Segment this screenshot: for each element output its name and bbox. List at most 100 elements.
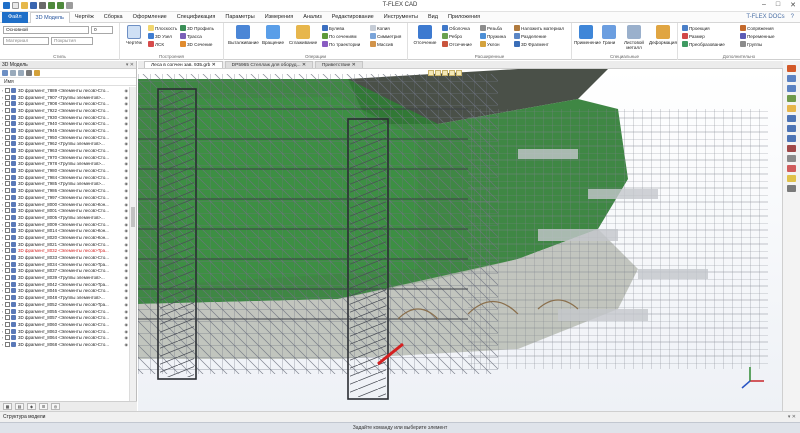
eye-icon[interactable]: ◉: [125, 329, 129, 334]
tree-row[interactable]: › 3D фрагмент_7946 <Элементы лесов>Сто...…: [0, 127, 129, 134]
visibility-checkbox[interactable]: [5, 154, 10, 160]
boolean-button[interactable]: Булева: [322, 25, 344, 31]
lsk-button[interactable]: ЛСК: [148, 41, 164, 47]
tree-row[interactable]: › 3D фрагмент_7985 <Группы элементов>... ◉: [0, 181, 129, 188]
tree-row[interactable]: › 3D фрагмент_8039 <Группы элементов>... ◉: [0, 274, 129, 281]
eye-icon[interactable]: ◉: [125, 108, 129, 113]
loft-button[interactable]: Сглаживание: [288, 25, 318, 45]
visibility-checkbox[interactable]: [5, 214, 10, 220]
model-structure-bar[interactable]: Структура модели ▾ ✕: [0, 411, 800, 422]
offset-button[interactable]: Отсечение: [412, 25, 438, 45]
apply-material-button[interactable]: Наложить материал: [514, 25, 564, 31]
cut-button[interactable]: Отсечение: [442, 41, 472, 47]
view-snap-icon[interactable]: [442, 70, 448, 76]
panel-controls[interactable]: ▾ ✕: [126, 61, 134, 69]
view-layer-icon[interactable]: [456, 70, 462, 76]
eye-icon[interactable]: ◉: [125, 262, 129, 267]
eye-icon[interactable]: ◉: [125, 228, 129, 233]
orientation-icon[interactable]: [787, 105, 796, 112]
front-view-icon[interactable]: [787, 115, 796, 122]
plane-button[interactable]: Плоскость: [148, 25, 177, 31]
deform-button[interactable]: Деформация: [649, 25, 677, 45]
top-view-icon[interactable]: [787, 125, 796, 132]
tab-editing[interactable]: Редактирование: [327, 12, 379, 23]
tree-row[interactable]: › 3D фрагмент_8060 <Элементы лесов>Сто...…: [0, 321, 129, 328]
wireframe-icon[interactable]: [787, 155, 796, 162]
tree-row[interactable]: › 3D фрагмент_7986 <Элементы лесов>Сто...…: [0, 187, 129, 194]
eye-icon[interactable]: ◉: [125, 101, 129, 106]
side-view-icon[interactable]: [787, 135, 796, 142]
tab-extra-icon[interactable]: ◎: [51, 403, 60, 410]
visibility-checkbox[interactable]: [5, 148, 10, 154]
visibility-checkbox[interactable]: [5, 315, 10, 321]
eye-icon[interactable]: ◉: [125, 342, 129, 347]
filter-icon[interactable]: [2, 70, 8, 76]
tree-row[interactable]: › 3D фрагмент_7922 <Элементы лесов>Сто...…: [0, 107, 129, 114]
visibility-checkbox[interactable]: [5, 114, 10, 120]
tree-row[interactable]: › 3D фрагмент_7907 <Группы элементов>... ◉: [0, 94, 129, 101]
tree-row[interactable]: › 3D фрагмент_7940 <Элементы лесов>Сто...…: [0, 120, 129, 127]
copy-button[interactable]: Копия: [370, 25, 390, 31]
visibility-checkbox[interactable]: [5, 228, 10, 234]
tree-row[interactable]: › 3D фрагмент_8032 <Элементы лесов>Тра...…: [0, 248, 129, 255]
tab-3d-model[interactable]: 3D Модель: [29, 11, 70, 23]
visibility-checkbox[interactable]: [5, 321, 10, 327]
visibility-checkbox[interactable]: [5, 301, 10, 307]
3d-viewport[interactable]: [138, 69, 783, 411]
eye-icon[interactable]: ◉: [125, 208, 129, 213]
eye-icon[interactable]: ◉: [125, 175, 129, 180]
eye-icon[interactable]: ◉: [125, 322, 129, 327]
eye-icon[interactable]: ◉: [125, 275, 129, 280]
tree-row[interactable]: › 3D фрагмент_8048 <Группы элементов>... ◉: [0, 294, 129, 301]
tree-row[interactable]: › 3D фрагмент_8037 <Элементы лесов>Сто...…: [0, 268, 129, 275]
tab-view[interactable]: Вид: [423, 12, 443, 23]
shell-button[interactable]: Оболочка: [442, 25, 470, 31]
style-select[interactable]: Основной: [3, 26, 89, 34]
tree-row[interactable]: › 3D фрагмент_8055 <Элементы лесов>Сто...…: [0, 308, 129, 315]
tree-row[interactable]: › 3D фрагмент_8046 <Элементы лесов>Сто...…: [0, 288, 129, 295]
eye-icon[interactable]: ◉: [125, 141, 129, 146]
eye-icon[interactable]: ◉: [125, 235, 129, 240]
visibility-icon[interactable]: [34, 70, 40, 76]
tree-scrollbar[interactable]: [129, 87, 136, 401]
visibility-checkbox[interactable]: [5, 141, 10, 147]
view-filter-icon[interactable]: [428, 70, 434, 76]
visibility-checkbox[interactable]: [5, 341, 10, 347]
tab-analysis[interactable]: Анализ: [298, 12, 327, 23]
tab-assembly[interactable]: Сборка: [99, 12, 128, 23]
groups-button[interactable]: Группы: [740, 41, 762, 47]
visibility-checkbox[interactable]: [5, 308, 10, 314]
visibility-checkbox[interactable]: [5, 221, 10, 227]
tree-row[interactable]: › 3D фрагмент_7950 <Элементы лесов>Сто...…: [0, 134, 129, 141]
eye-icon[interactable]: ◉: [125, 195, 129, 200]
expand-icon[interactable]: [10, 70, 16, 76]
tree-row[interactable]: › 3D фрагмент_8000 <Элементы лесов>Кон...…: [0, 201, 129, 208]
by-trajectory-button[interactable]: По траектории: [322, 41, 360, 47]
tree-row[interactable]: › 3D фрагмент_7889 <Элементы лесов>Сто...…: [0, 87, 129, 94]
eye-icon[interactable]: ◉: [125, 188, 129, 193]
tree-row[interactable]: › 3D фрагмент_8033 <Элементы лесов>Сто...…: [0, 254, 129, 261]
fit-view-icon[interactable]: [787, 95, 796, 102]
revolve-button[interactable]: Вращение: [260, 25, 286, 45]
spring-button[interactable]: Пружина: [480, 33, 506, 39]
sketch-button[interactable]: Чертёж: [122, 25, 146, 45]
eye-icon[interactable]: ◉: [125, 202, 129, 207]
eye-icon[interactable]: ◉: [125, 88, 129, 93]
tree-row[interactable]: › 3D фрагмент_8001 <Элементы лесов>Сто...…: [0, 207, 129, 214]
lighting-icon[interactable]: [787, 175, 796, 182]
visibility-checkbox[interactable]: [5, 127, 10, 133]
doc-tab-scaffold[interactable]: Леса в сопчен зав. 935.grb ✕: [144, 61, 223, 68]
visibility-checkbox[interactable]: [5, 335, 10, 341]
tab-tools[interactable]: Инструменты: [379, 12, 423, 23]
path-button[interactable]: Трасса: [180, 33, 202, 39]
section-view-icon[interactable]: [787, 165, 796, 172]
extrude-button[interactable]: Выталкивание: [228, 25, 259, 45]
eye-icon[interactable]: ◉: [125, 215, 129, 220]
visibility-checkbox[interactable]: [5, 208, 10, 214]
tree-row[interactable]: › 3D фрагмент_7970 <Элементы лесов>Сто...…: [0, 154, 129, 161]
visibility-checkbox[interactable]: [5, 261, 10, 267]
eye-icon[interactable]: ◉: [125, 282, 129, 287]
camera-icon[interactable]: [787, 185, 796, 192]
eye-icon[interactable]: ◉: [125, 315, 129, 320]
visibility-checkbox[interactable]: [5, 174, 10, 180]
